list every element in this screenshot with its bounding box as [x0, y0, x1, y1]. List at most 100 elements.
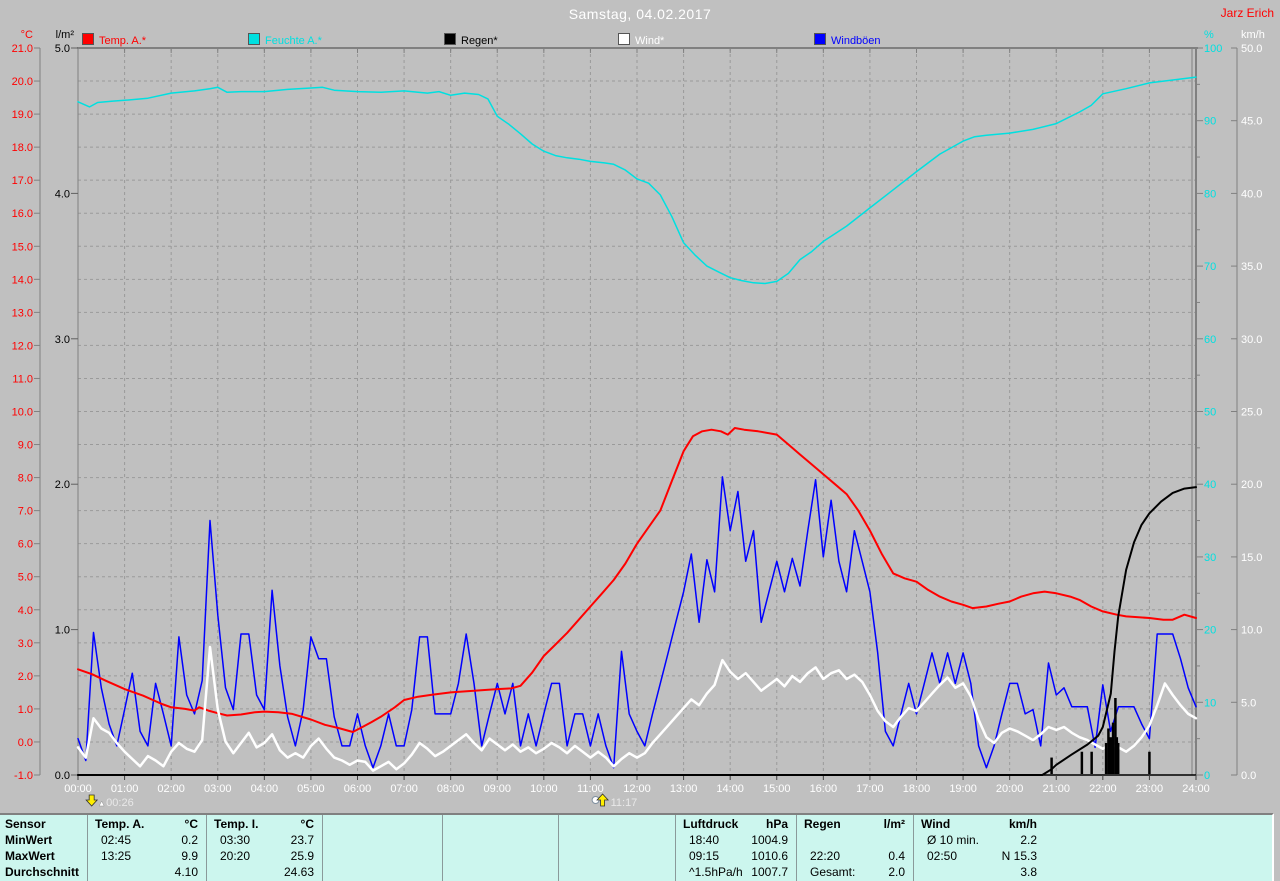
table-data-value: 9.9: [181, 849, 198, 863]
temp-tick-label: 4.0: [18, 605, 33, 617]
temp-tick-label: 19.0: [12, 109, 33, 121]
table-divider: [675, 815, 676, 881]
x-tick-label: 20:00: [996, 783, 1024, 795]
table-divider: [322, 815, 323, 881]
wind-tick-label: 0.0: [1241, 770, 1256, 782]
triangle-icon: [98, 800, 105, 807]
humidity-tick-label: 100: [1204, 43, 1222, 55]
x-tick-label: 19:00: [949, 783, 977, 795]
table-col-unit: hPa: [765, 817, 788, 831]
table-divider: [558, 815, 559, 881]
x-tick-label: 15:00: [763, 783, 791, 795]
wind-tick-label: 15.0: [1241, 552, 1262, 564]
x-tick-label: 02:00: [157, 783, 185, 795]
x-tick-label: 07:00: [390, 783, 418, 795]
x-tick-label: 24:00: [1182, 783, 1210, 795]
table-data-value: N 15.3: [1001, 849, 1037, 863]
x-tick-label: 08:00: [437, 783, 465, 795]
rain-axis-unit: l/m²: [56, 29, 75, 41]
wind-tick-label: 40.0: [1241, 188, 1262, 200]
table-data-value: 1007.7: [751, 865, 788, 879]
humidity-tick-label: 0: [1204, 770, 1210, 782]
rain-axis: [71, 47, 78, 776]
table-col-unit: °C: [184, 817, 198, 831]
temp-tick-label: 13.0: [12, 307, 33, 319]
table-data-value: 1004.9: [751, 833, 788, 847]
rain-tick-label: 1.0: [55, 625, 70, 637]
humidity-axis: [1196, 47, 1203, 776]
temp-tick-label: 2.0: [18, 671, 33, 683]
wind-tick-label: 45.0: [1241, 116, 1262, 128]
humidity-tick-label: 60: [1204, 334, 1216, 346]
humidity-tick-label: 30: [1204, 552, 1216, 564]
humidity-tick-label: 10: [1204, 697, 1216, 709]
temp-tick-label: 17.0: [12, 175, 33, 187]
table-divider: [796, 815, 797, 881]
time-marker-label: 00:26: [106, 797, 134, 809]
table-col-unit: l/m²: [883, 817, 905, 831]
temp-tick-label: 1.0: [18, 704, 33, 716]
table-data-value: 0.4: [888, 849, 905, 863]
temp-tick-label: 0.0: [18, 737, 33, 749]
temp-tick-label: 10.0: [12, 407, 33, 419]
table-data-value: 2.0: [888, 865, 905, 879]
temp-tick-label: 15.0: [12, 241, 33, 253]
humidity-tick-label: 20: [1204, 625, 1216, 637]
table-divider: [87, 815, 88, 881]
x-tick-label: 16:00: [810, 783, 838, 795]
x-tick-label: 10:00: [530, 783, 558, 795]
x-tick-label: 23:00: [1136, 783, 1164, 795]
temp-tick-label: 11.0: [12, 373, 33, 385]
temp-tick-label: 7.0: [18, 506, 33, 518]
series-windb-en-line: [77, 476, 1197, 769]
table-row-label: Sensor: [5, 817, 46, 831]
time-marker-up-icon: [596, 793, 610, 807]
wind-tick-label: 10.0: [1241, 625, 1262, 637]
wind-axis: [1231, 47, 1238, 776]
table-data-value: 3.8: [1020, 865, 1037, 879]
table-row-label: MaxWert: [5, 849, 55, 863]
x-tick-label: 01:00: [111, 783, 139, 795]
temp-tick-label: 20.0: [12, 76, 33, 88]
x-tick-label: 13:00: [670, 783, 698, 795]
temp-axis: [34, 47, 41, 776]
rain-tick-label: 4.0: [55, 188, 70, 200]
statistics-table: Sensor MinWert MaxWert Durchschnitt Temp. A.…: [0, 813, 1274, 881]
gridlines: [78, 48, 1196, 775]
temp-tick-label: -1.0: [14, 770, 33, 782]
temp-tick-label: 3.0: [18, 638, 33, 650]
humidity-tick-label: 80: [1204, 188, 1216, 200]
wind-tick-label: 30.0: [1241, 334, 1262, 346]
table-row-label: Durchschnitt: [5, 865, 80, 879]
wind-tick-label: 50.0: [1241, 43, 1262, 55]
x-tick-label: 17:00: [856, 783, 884, 795]
table-col-unit: °C: [300, 817, 314, 831]
temp-tick-label: 6.0: [18, 539, 33, 551]
table-data-value: 1010.6: [751, 849, 788, 863]
weather-app-window: { "header": { "title": "Samstag, 04.02.2…: [0, 0, 1280, 881]
temp-tick-label: 16.0: [12, 208, 33, 220]
x-tick-label: 22:00: [1089, 783, 1117, 795]
humidity-axis-unit: %: [1204, 29, 1214, 41]
x-tick-label: 12:00: [623, 783, 651, 795]
x-tick-label: 04:00: [251, 783, 279, 795]
rain-tick-label: 0.0: [55, 770, 70, 782]
x-tick-label: 21:00: [1042, 783, 1070, 795]
x-tick-label: 14:00: [716, 783, 744, 795]
rain-tick-label: 5.0: [55, 43, 70, 55]
humidity-tick-label: 50: [1204, 407, 1216, 419]
x-tick-label: 18:00: [903, 783, 931, 795]
x-tick-label: 03:00: [204, 783, 232, 795]
table-data-value: 25.9: [290, 849, 314, 863]
x-tick-label: 06:00: [344, 783, 372, 795]
temp-tick-label: 8.0: [18, 473, 33, 485]
humidity-tick-label: 70: [1204, 261, 1216, 273]
humidity-tick-label: 90: [1204, 116, 1216, 128]
time-marker-label: 11:17: [611, 797, 638, 809]
time-markers: [85, 793, 610, 807]
table-data-value: 0.2: [181, 833, 198, 847]
table-row-label: MinWert: [5, 833, 53, 847]
rain-tick-label: 2.0: [55, 479, 70, 491]
temp-tick-label: 12.0: [12, 340, 33, 352]
rain-tick-label: 3.0: [55, 334, 70, 346]
